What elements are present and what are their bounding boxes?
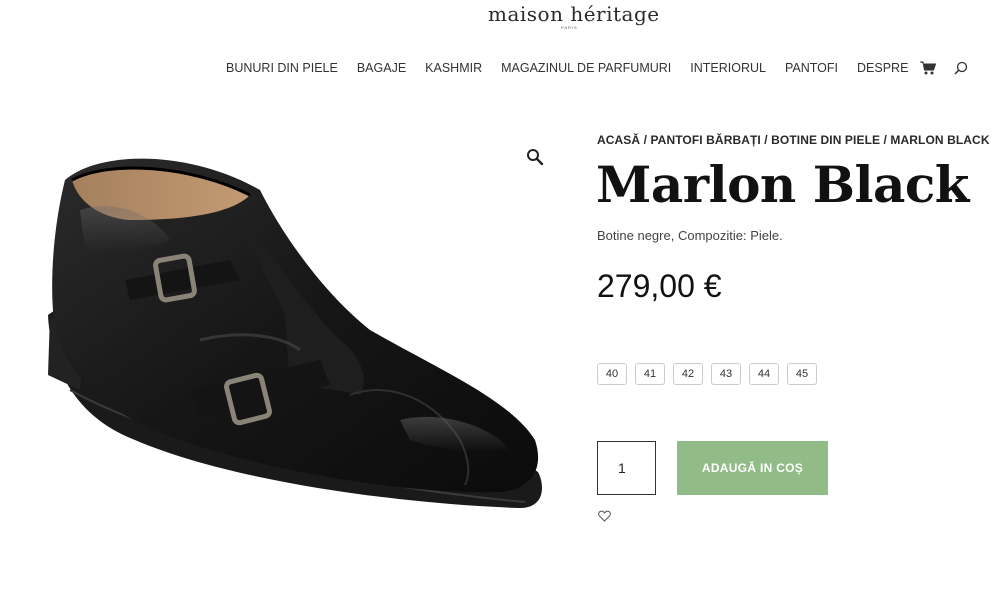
- nav-item-bunuri-din-piele[interactable]: BUNURI DIN PIELE: [226, 61, 338, 75]
- product-page: maison héritage PARIS BUNURI DIN PIELE B…: [0, 0, 1000, 605]
- size-option-41[interactable]: 41: [635, 363, 665, 385]
- nav-item-magazinul-de-parfumuri[interactable]: MAGAZINUL DE PARFUMURI: [501, 61, 671, 75]
- brand-logo[interactable]: maison héritage: [488, 2, 660, 26]
- product-image-boot[interactable]: [40, 140, 555, 580]
- quantity-input[interactable]: [597, 441, 656, 495]
- brand-logo-subtitle: PARIS: [561, 25, 578, 30]
- nav-item-bagaje[interactable]: BAGAJE: [357, 61, 406, 75]
- nav-item-interiorul[interactable]: INTERIORUL: [690, 61, 766, 75]
- size-option-42[interactable]: 42: [673, 363, 703, 385]
- main-nav: BUNURI DIN PIELE BAGAJE KASHMIR MAGAZINU…: [226, 61, 968, 75]
- size-option-45[interactable]: 45: [787, 363, 817, 385]
- product-short-description: Botine negre, Compozitie: Piele.: [597, 228, 783, 243]
- heart-icon[interactable]: [598, 510, 611, 522]
- size-selector: 40 41 42 43 44 45: [597, 363, 825, 385]
- breadcrumb[interactable]: ACASĂ / PANTOFI BĂRBAȚI / BOTINE DIN PIE…: [597, 133, 990, 147]
- size-option-43[interactable]: 43: [711, 363, 741, 385]
- nav-item-despre[interactable]: DESPRE: [857, 61, 908, 75]
- search-icon[interactable]: [954, 61, 968, 75]
- add-to-cart-button[interactable]: ADAUGĂ IN COȘ: [677, 441, 828, 495]
- size-option-40[interactable]: 40: [597, 363, 627, 385]
- size-option-44[interactable]: 44: [749, 363, 779, 385]
- magnifier-icon[interactable]: [526, 148, 544, 166]
- cart-icon[interactable]: [920, 61, 937, 75]
- product-title: Marlon Black: [596, 155, 969, 214]
- nav-item-kashmir[interactable]: KASHMIR: [425, 61, 482, 75]
- nav-item-pantofi[interactable]: PANTOFI: [785, 61, 838, 75]
- product-price: 279,00 €: [597, 268, 722, 304]
